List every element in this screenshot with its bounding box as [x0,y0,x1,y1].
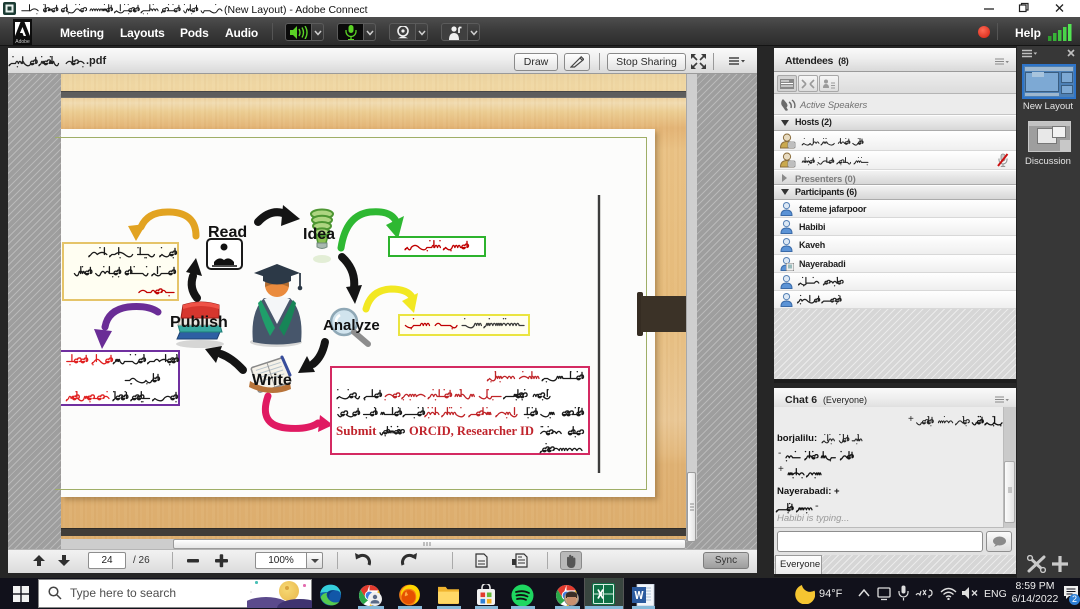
svg-text:Adobe: Adobe [15,39,30,45]
